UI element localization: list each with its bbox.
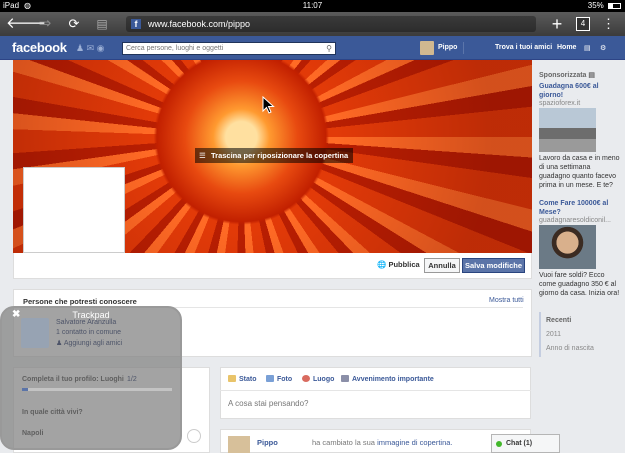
sponsored-heading: Sponsorizzata ▤	[539, 71, 595, 79]
profile-progress-bar	[22, 388, 172, 391]
recent-item-birth-year[interactable]: Anno di nascita	[546, 345, 594, 352]
cancel-button[interactable]: Annulla	[424, 258, 460, 273]
avatar[interactable]	[420, 41, 434, 55]
story-author-link[interactable]: Pippo	[257, 438, 278, 447]
tab-photo[interactable]: Foto	[266, 375, 292, 383]
tab-status-label: Stato	[239, 376, 257, 383]
reload-icon[interactable]: ⟳	[66, 15, 82, 33]
location-pin-icon	[302, 375, 310, 382]
facebook-header: facebook ♟ ✉ ◉ Cerca persone, luoghi e o…	[0, 36, 625, 60]
notification-jewels: ♟ ✉ ◉	[76, 43, 105, 54]
ad-domain-2: guadagnaresoldiconil...	[539, 217, 611, 224]
people-title: Persone che potresti conoscere	[23, 297, 137, 306]
menu-dots-icon[interactable]: ⋮	[602, 15, 615, 33]
mutual-friends: 1 contatto in comune	[56, 329, 121, 336]
battery-indicator: 35%	[588, 1, 621, 10]
tab-place[interactable]: Luogo	[302, 375, 334, 383]
plus-icon[interactable]: +	[549, 15, 565, 33]
add-friend-icon: ♟	[56, 340, 63, 347]
online-status-icon	[496, 441, 502, 447]
browser-toolbar: 🡐 ⇒ ⟳ ▤ f www.facebook.com/pippo + 4 ⋮	[0, 12, 625, 36]
search-input[interactable]: Cerca persone, luoghi e oggetti ⚲	[122, 42, 336, 55]
tab-photo-label: Foto	[277, 376, 293, 383]
tab-status[interactable]: Stato	[228, 375, 257, 383]
url-bar[interactable]: f www.facebook.com/pippo	[126, 16, 536, 32]
clock: 11:07	[302, 1, 323, 10]
search-placeholder: Cerca persone, luoghi e oggetti	[126, 45, 224, 52]
ad-text-2: Vuoi fare soldi? Ecco come guadagno 350 …	[539, 272, 620, 297]
add-friend-button[interactable]: ♟ Aggiungi agli amici	[56, 339, 122, 347]
story-text-before: ha cambiato la sua	[312, 438, 375, 447]
ad-title-2[interactable]: Come Fare 10000€ al Mese?	[539, 199, 619, 217]
tab-place-label: Luogo	[313, 376, 335, 383]
tabs-overview-icon[interactable]: ▤	[94, 15, 110, 33]
see-all-link[interactable]: Mostra tutti	[489, 297, 524, 304]
ad-image-2[interactable]	[539, 225, 596, 269]
privacy-shortcuts-icon[interactable]: ▤	[584, 44, 591, 52]
notifications-icon[interactable]: ◉	[97, 43, 105, 53]
tab-life-event-label: Avvenimento importante	[352, 376, 434, 383]
city-answer[interactable]: Napoli	[22, 430, 43, 437]
divider	[220, 390, 531, 391]
sponsored-label: Sponsorizzata	[539, 72, 587, 79]
url-text: www.facebook.com/pippo	[148, 19, 251, 29]
search-icon[interactable]: ⚲	[326, 43, 332, 54]
friend-requests-icon[interactable]: ♟	[76, 43, 84, 53]
battery-percent: 35%	[587, 1, 604, 10]
recent-item-2011[interactable]: 2011	[546, 331, 561, 338]
forward-arrow-icon[interactable]: ⇒	[36, 15, 54, 33]
profile-picture[interactable]	[23, 167, 125, 253]
privacy-selector[interactable]: 🌐 Pubblica	[377, 260, 420, 269]
photo-icon	[266, 375, 274, 382]
globe-icon: 🌐	[377, 260, 387, 269]
story-cover-link[interactable]: immagine di copertina.	[377, 438, 452, 447]
home-link[interactable]: Home	[557, 44, 576, 51]
status-input[interactable]: A cosa stai pensando?	[228, 399, 309, 408]
reposition-cover-hint: ☰ Trascina per riposizionare la copertin…	[195, 148, 354, 163]
back-arrow-icon[interactable]: 🡐	[6, 15, 46, 33]
ad-domain-1: spazioforex.it	[539, 100, 581, 107]
ad-choices-icon: ▤	[588, 72, 596, 79]
reposition-text: Trascina per riposizionare la copertina	[211, 151, 349, 160]
ad-text-1: Lavoro da casa e in meno di una settiman…	[539, 155, 620, 189]
facebook-favicon-icon: f	[131, 19, 141, 29]
tab-life-event[interactable]: Avvenimento importante	[341, 375, 434, 383]
privacy-label: Pubblica	[388, 260, 420, 269]
profile-link[interactable]: Pippo	[438, 44, 457, 51]
suggested-friend-name[interactable]: Salvatore Aranzulla	[56, 319, 116, 326]
suggested-friend-avatar[interactable]	[21, 318, 49, 348]
city-question: In quale città vivi?	[22, 409, 83, 416]
option-radio[interactable]	[187, 429, 201, 443]
recent-heading[interactable]: Recenti	[546, 317, 571, 324]
find-friends-link[interactable]: Trova i tuoi amici	[495, 44, 552, 51]
profile-completion-step: 1/2	[127, 376, 137, 383]
story-avatar[interactable]	[228, 436, 250, 453]
life-event-icon	[341, 375, 349, 382]
profile-completion-title: Completa il tuo profilo: Luoghi	[22, 376, 124, 383]
facebook-logo[interactable]: facebook	[12, 40, 67, 55]
tab-count-icon[interactable]: 4	[576, 17, 590, 31]
story-text: ha cambiato la sua immagine di copertina…	[312, 438, 453, 447]
messages-icon[interactable]: ✉	[87, 43, 95, 53]
save-changes-button[interactable]: Salva modifiche	[462, 258, 525, 273]
ad-title-1[interactable]: Guadagna 600€ al giorno!	[539, 82, 619, 100]
chat-label: Chat (1)	[506, 440, 533, 447]
header-divider	[463, 42, 464, 54]
drag-handle-icon: ☰	[199, 151, 206, 160]
chat-button[interactable]: Chat (1)	[491, 434, 560, 453]
add-friend-label: Aggiungi agli amici	[63, 340, 123, 347]
battery-icon	[608, 2, 621, 9]
settings-gear-icon[interactable]: ⚙	[600, 44, 606, 52]
ios-status-bar: iPad ◍ 11:07 35%	[0, 0, 625, 12]
status-pencil-icon	[228, 375, 236, 382]
ad-image-1[interactable]	[539, 108, 596, 152]
